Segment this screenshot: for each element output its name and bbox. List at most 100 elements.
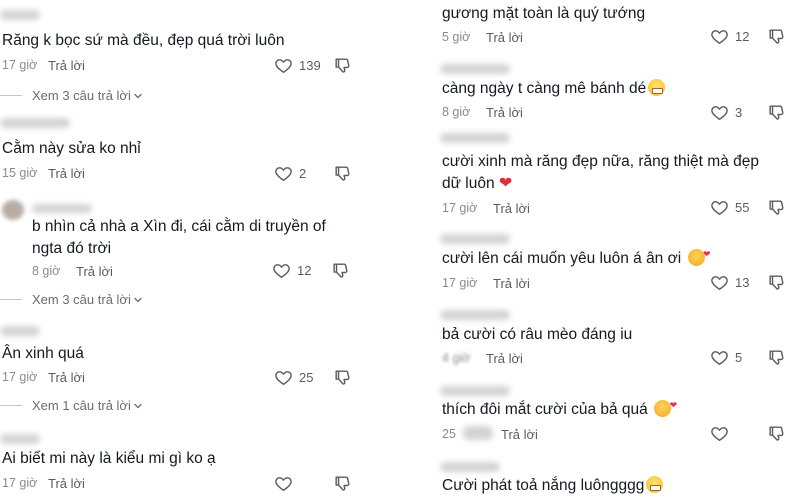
comment-time: 4 giờ	[442, 351, 471, 365]
comment-time: 17 giờ	[442, 201, 478, 215]
like-button[interactable]: 3	[710, 103, 742, 122]
like-button[interactable]: 12	[272, 261, 311, 280]
heart-outline-icon	[274, 164, 293, 183]
chevron-down-icon	[133, 295, 143, 305]
like-button[interactable]	[274, 474, 293, 493]
heart-outline-icon	[274, 368, 293, 387]
grin-emoji-icon	[646, 476, 664, 493]
comment-text: Ân xinh quá	[2, 345, 84, 362]
like-count: 12	[735, 29, 750, 44]
view-replies-label: Xem 1 câu trả lời	[32, 398, 131, 413]
view-replies-button[interactable]: Xem 3 câu trả lời	[0, 292, 143, 307]
thumbs-down-icon[interactable]	[767, 273, 786, 292]
comment-text: càng ngày t càng mê bánh dé	[442, 78, 666, 100]
like-button[interactable]: 2	[274, 164, 306, 183]
heart-outline-icon	[710, 198, 729, 217]
blurred-username	[440, 133, 510, 143]
heart-outline-icon	[710, 424, 729, 443]
like-button[interactable]: 5	[710, 348, 742, 367]
like-button[interactable]: 12	[710, 27, 749, 46]
heart-outline-icon	[274, 56, 293, 75]
like-count: 25	[299, 370, 314, 385]
blurred-username	[440, 310, 510, 320]
thumbs-down-icon[interactable]	[767, 27, 786, 46]
thumbs-down-icon[interactable]	[767, 348, 786, 367]
view-replies-button[interactable]: Xem 3 câu trả lời	[0, 88, 143, 103]
comment-time: 8 giờ	[442, 105, 471, 119]
like-button[interactable]: 139	[274, 56, 321, 75]
comment-text: gương mặt toàn là quý tướng	[442, 5, 646, 22]
view-replies-label: Xem 3 câu trả lời	[32, 88, 131, 103]
like-button[interactable]: 25	[274, 368, 313, 387]
view-replies-label: Xem 3 câu trả lời	[32, 292, 131, 307]
like-count: 13	[735, 275, 750, 290]
comment-time: 15 giờ	[2, 166, 38, 180]
comment-time: 5 giờ	[442, 30, 471, 44]
reply-button[interactable]: Trả lời	[486, 30, 523, 45]
comment-time: 8 giờ	[32, 264, 61, 278]
comment-time: 17 giờ	[2, 58, 38, 72]
thumbs-down-icon[interactable]	[767, 424, 786, 443]
heart-outline-icon	[710, 273, 729, 292]
reply-button[interactable]: Trả lời	[501, 427, 538, 442]
blurred-username	[440, 234, 510, 244]
comment-text: Cười phát toả nắng luôngggg	[442, 475, 664, 497]
comment-time: 17 giờ	[2, 370, 38, 384]
grin-emoji-icon	[648, 79, 666, 96]
like-count: 5	[735, 350, 743, 365]
like-count: 3	[735, 105, 743, 120]
comment-time: 17 giờ	[442, 276, 478, 290]
reply-button[interactable]: Trả lời	[48, 166, 85, 181]
comments-panel-right: gương mặt toàn là quý tướng 5 giờ Trả lờ…	[405, 0, 800, 500]
like-count: 2	[299, 166, 307, 181]
thumbs-down-icon[interactable]	[333, 164, 352, 183]
reply-button[interactable]: Trả lời	[48, 476, 85, 491]
like-count: 139	[299, 58, 321, 73]
reply-button[interactable]: Trả lời	[486, 351, 523, 366]
blurred-username	[0, 326, 40, 336]
comment-text: Ai biết mi này là kiểu mi gì ko ạ	[2, 450, 216, 467]
comment-text: b nhìn cả nhà a Xìn đi, cái cằm di truyề…	[32, 218, 326, 257]
smiling-hearts-emoji-icon	[687, 243, 711, 266]
reply-button[interactable]: Trả lời	[76, 264, 113, 279]
heart-outline-icon	[710, 103, 729, 122]
blurred-username	[32, 204, 92, 213]
avatar[interactable]	[2, 200, 24, 220]
comment-text: bả cười có râu mèo đáng iu	[442, 326, 633, 343]
thumbs-down-icon[interactable]	[767, 103, 786, 122]
heart-outline-icon	[274, 474, 293, 493]
comment-text: Răng k bọc sứ mà đều, đẹp quá trời luôn	[2, 32, 285, 49]
blurred-username	[440, 386, 510, 396]
thumbs-down-icon[interactable]	[333, 368, 352, 387]
like-button[interactable]	[710, 424, 729, 443]
comment-text: Cằm này sửa ko nhỉ	[2, 140, 141, 157]
thumbs-down-icon[interactable]	[333, 56, 352, 75]
smiling-hearts-emoji-icon	[654, 394, 677, 417]
comment-text: cười xinh mà răng đẹp nữa, răng thiệt mà…	[442, 153, 759, 192]
like-button[interactable]: 13	[710, 273, 749, 292]
comment-text: thích đôi mắt cười của bả quá	[442, 394, 677, 421]
blurred-username	[440, 462, 500, 472]
reply-button[interactable]: Trả lời	[48, 370, 85, 385]
thumbs-down-icon[interactable]	[331, 261, 350, 280]
panel-divider	[395, 0, 405, 500]
blurred-username	[0, 10, 40, 20]
like-button[interactable]: 55	[710, 198, 749, 217]
reply-button[interactable]: Trả lời	[486, 105, 523, 120]
comments-panel-left: Răng k bọc sứ mà đều, đẹp quá trời luôn …	[0, 0, 395, 500]
reply-button[interactable]: Trả lời	[493, 276, 530, 291]
blurred-username	[0, 434, 40, 444]
thumbs-down-icon[interactable]	[767, 198, 786, 217]
like-count: 12	[297, 263, 312, 278]
reply-button[interactable]: Trả lời	[48, 58, 85, 73]
heart-outline-icon	[710, 348, 729, 367]
view-replies-button[interactable]: Xem 1 câu trả lời	[0, 398, 143, 413]
reply-button[interactable]: Trả lời	[493, 201, 530, 216]
thumbs-down-icon[interactable]	[333, 474, 352, 493]
blurred-username	[0, 118, 70, 128]
blurred-time	[463, 426, 493, 440]
blurred-username	[440, 64, 510, 74]
heart-outline-icon	[710, 27, 729, 46]
comment-text: cười lên cái muốn yêu luôn á ân ơi	[442, 243, 711, 270]
chevron-down-icon	[133, 91, 143, 101]
